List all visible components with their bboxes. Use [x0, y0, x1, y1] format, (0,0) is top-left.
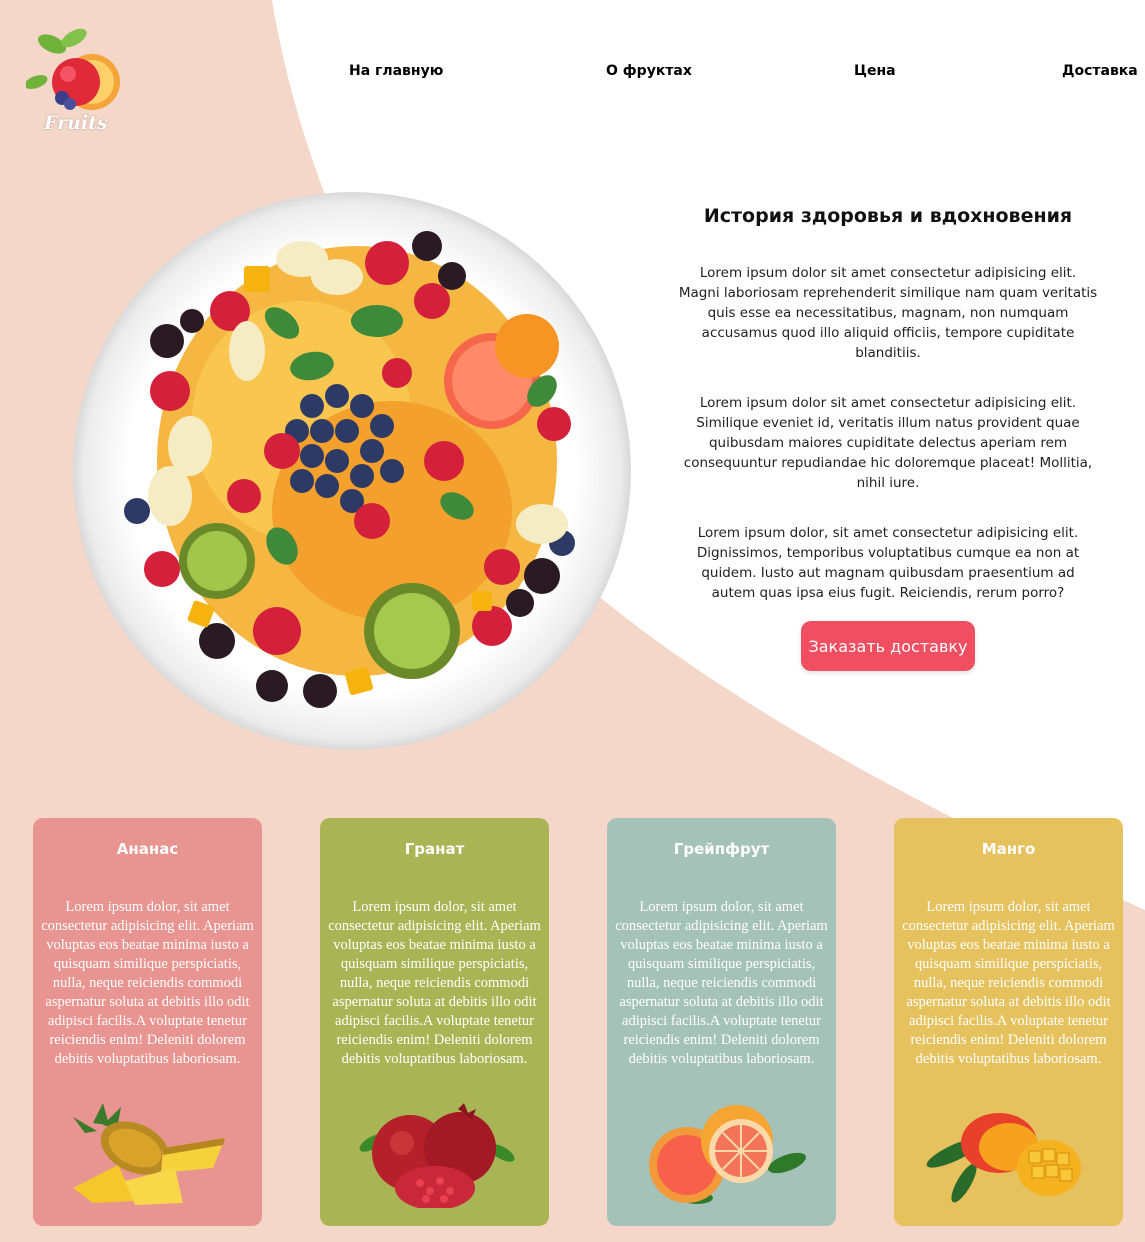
hero-title: История здоровья и вдохновения: [703, 205, 1073, 227]
grapefruit-image: [649, 1105, 806, 1204]
card-title: Ананас: [116, 840, 179, 858]
logo-text: Fruits: [44, 112, 108, 134]
card-title: Грейпфрут: [673, 840, 770, 858]
main-nav: На главную О фруктах Цена Доставка: [0, 63, 1145, 85]
card-title: Манго: [981, 840, 1036, 858]
fruit-card-pomegranate[interactable]: Гранат Lorem ipsum dolor, sit amet conse…: [320, 818, 549, 1226]
order-delivery-button[interactable]: Заказать доставку: [801, 621, 975, 671]
fruit-card-mango[interactable]: Манго Lorem ipsum dolor, sit amet consec…: [894, 818, 1123, 1226]
pomegranate-image: [359, 1103, 515, 1208]
card-text: Lorem ipsum dolor, sit amet consectetur …: [615, 899, 828, 1067]
nav-home[interactable]: На главную: [349, 63, 443, 79]
mango-image: [926, 1113, 1081, 1203]
hero-paragraph-1: Lorem ipsum dolor sit amet consectetur a…: [678, 265, 1098, 361]
card-text: Lorem ipsum dolor, sit amet consectetur …: [328, 899, 541, 1067]
nav-delivery[interactable]: Доставка: [1062, 63, 1138, 79]
nav-about-fruits[interactable]: О фруктах: [606, 63, 692, 79]
fruit-card-pineapple[interactable]: Ананас Lorem ipsum dolor, sit amet conse…: [33, 818, 262, 1226]
nav-price[interactable]: Цена: [854, 63, 896, 79]
card-title: Гранат: [404, 840, 465, 858]
card-text: Lorem ipsum dolor, sit amet consectetur …: [41, 899, 254, 1067]
hero-section: История здоровья и вдохновения Lorem ips…: [678, 205, 1098, 633]
card-text: Lorem ipsum dolor, sit amet consectetur …: [902, 899, 1115, 1067]
fruit-plate-image: [73, 192, 631, 750]
pineapple-image: [73, 1103, 225, 1205]
fruit-card-grapefruit[interactable]: Грейпфрут Lorem ipsum dolor, sit amet co…: [607, 818, 836, 1226]
hero-paragraph-2: Lorem ipsum dolor sit amet consectetur a…: [683, 395, 1093, 491]
hero-paragraph-3: Lorem ipsum dolor, sit amet consectetur …: [696, 525, 1080, 601]
